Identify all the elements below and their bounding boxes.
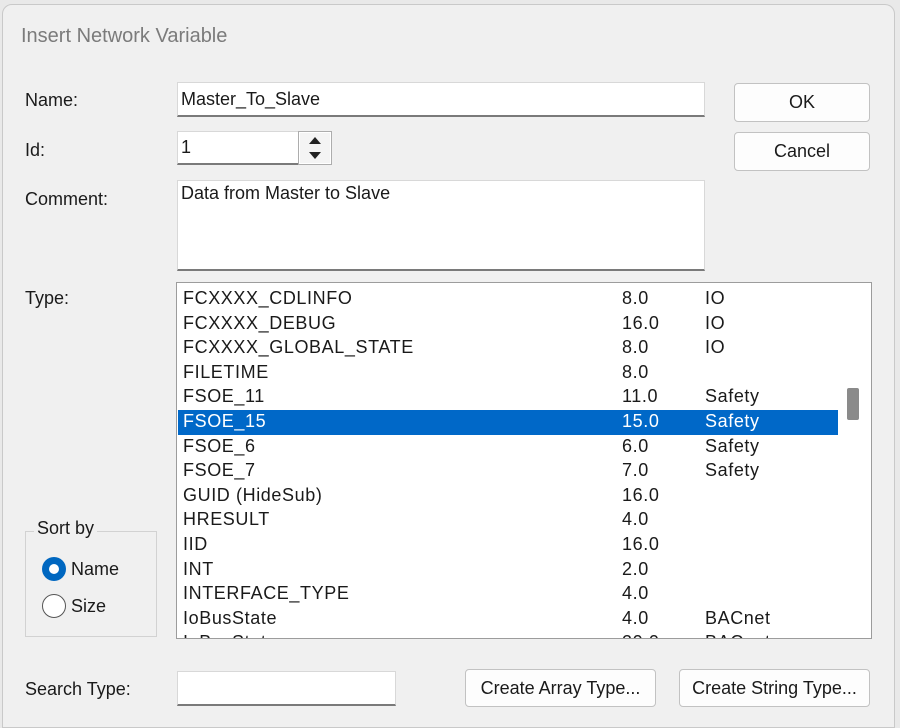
type-name: IoBusStatus [183, 632, 287, 638]
type-name: GUID (HideSub) [183, 484, 323, 505]
list-scrollbar[interactable] [840, 283, 871, 638]
type-size: 15.0 [622, 411, 660, 431]
type-name: HRESULT [183, 509, 270, 530]
id-label: Id: [25, 140, 46, 160]
type-size: 11.0 [622, 386, 659, 407]
type-category: Safety [705, 386, 760, 407]
type-category: IO [705, 312, 726, 333]
comment-label: Comment: [25, 189, 109, 209]
sort-name-radio[interactable] [42, 557, 66, 581]
type-size: 20.0 [622, 632, 659, 638]
type-label: Type: [25, 288, 70, 308]
type-name: FSOE_6 [183, 435, 256, 456]
dialog-title: Insert Network Variable [21, 25, 228, 47]
type-name: FCXXXX_GLOBAL_STATE [183, 337, 414, 358]
name-label: Name: [25, 90, 79, 110]
sort-size-label[interactable]: Size [71, 596, 106, 617]
spin-down-button[interactable] [300, 148, 330, 163]
type-list-item[interactable]: IoBusState 4.0 BACnet [178, 607, 838, 632]
type-list-item[interactable]: INT 2.0 [178, 558, 838, 583]
type-name: FSOE_15 [183, 411, 267, 431]
type-size: 6.0 [622, 435, 649, 456]
type-list-item[interactable]: GUID (HideSub) 16.0 [178, 484, 838, 509]
comment-field[interactable]: Data from Master to Slave [177, 180, 705, 271]
type-size: 16.0 [622, 484, 660, 505]
type-name: FILETIME [183, 361, 269, 382]
type-list-item[interactable]: INTERFACE_TYPE 4.0 [178, 582, 838, 607]
type-size: 8.0 [622, 288, 649, 308]
type-category: Safety [705, 435, 760, 456]
sort-size-radio[interactable] [42, 594, 66, 618]
sort-by-group: Sort by Name Size [25, 518, 157, 637]
ok-button[interactable]: OK [734, 83, 870, 122]
type-name: FCXXXX_DEBUG [183, 312, 337, 333]
type-list-item[interactable]: IoBusStatus 20.0 BACnet [178, 631, 838, 638]
type-list-item[interactable]: FSOE_7 7.0 Safety [178, 459, 838, 484]
type-name: FCXXXX_CDLINFO [183, 288, 353, 308]
type-list-item[interactable]: FSOE_11 11.0 Safety [178, 385, 838, 410]
type-list-item[interactable]: HRESULT 4.0 [178, 508, 838, 533]
type-name: INTERFACE_TYPE [183, 583, 350, 604]
sort-name-label[interactable]: Name [71, 559, 119, 580]
type-category: BACnet [705, 632, 771, 638]
scrollbar-thumb[interactable] [847, 388, 859, 420]
create-array-type-button[interactable]: Create Array Type... [465, 669, 656, 707]
type-name: FSOE_11 [183, 386, 265, 407]
arrow-down-icon [309, 152, 321, 159]
type-size: 4.0 [622, 509, 649, 530]
type-category: Safety [705, 460, 760, 481]
type-list-item[interactable]: IID 16.0 [178, 533, 838, 558]
type-size: 16.0 [622, 312, 660, 333]
type-size: 4.0 [622, 607, 649, 628]
type-list-item[interactable]: FCXXXX_DEBUG 16.0 IO [178, 312, 838, 337]
type-category: BACnet [705, 607, 771, 628]
type-list-item[interactable]: FCXXXX_GLOBAL_STATE 8.0 IO [178, 336, 838, 361]
type-category: IO [705, 337, 726, 358]
search-type-field[interactable] [177, 671, 396, 706]
spin-up-button[interactable] [300, 133, 330, 149]
type-name: IoBusState [183, 607, 278, 628]
cancel-button[interactable]: Cancel [734, 132, 870, 171]
type-list-item[interactable]: FSOE_6 6.0 Safety [178, 435, 838, 460]
type-size: 2.0 [622, 558, 649, 579]
id-spinner [298, 131, 332, 165]
type-category: Safety [705, 411, 760, 431]
type-size: 4.0 [622, 583, 649, 604]
type-list-item[interactable]: FSOE_15 15.0 Safety [178, 410, 838, 435]
type-list[interactable]: FCXXXX_CDLINFO 8.0 IO FCXXXX_DEBUG 16.0 IO FCX… [176, 282, 872, 639]
arrow-up-icon [309, 137, 321, 144]
type-list-item[interactable]: FILETIME 8.0 [178, 361, 838, 386]
type-list-item[interactable]: FCXXXX_CDLINFO 8.0 IO [178, 287, 838, 312]
type-name: INT [183, 558, 214, 579]
type-name: FSOE_7 [183, 460, 256, 481]
sort-by-title: Sort by [34, 518, 98, 539]
create-string-type-button[interactable]: Create String Type... [679, 669, 870, 707]
search-type-label: Search Type: [25, 679, 131, 699]
type-size: 8.0 [622, 361, 649, 382]
name-field[interactable] [177, 82, 705, 117]
type-size: 8.0 [622, 337, 649, 358]
type-category: IO [705, 288, 726, 308]
type-size: 16.0 [622, 534, 660, 554]
type-size: 7.0 [622, 460, 649, 481]
id-field[interactable] [177, 131, 299, 165]
type-name: IID [183, 534, 208, 554]
